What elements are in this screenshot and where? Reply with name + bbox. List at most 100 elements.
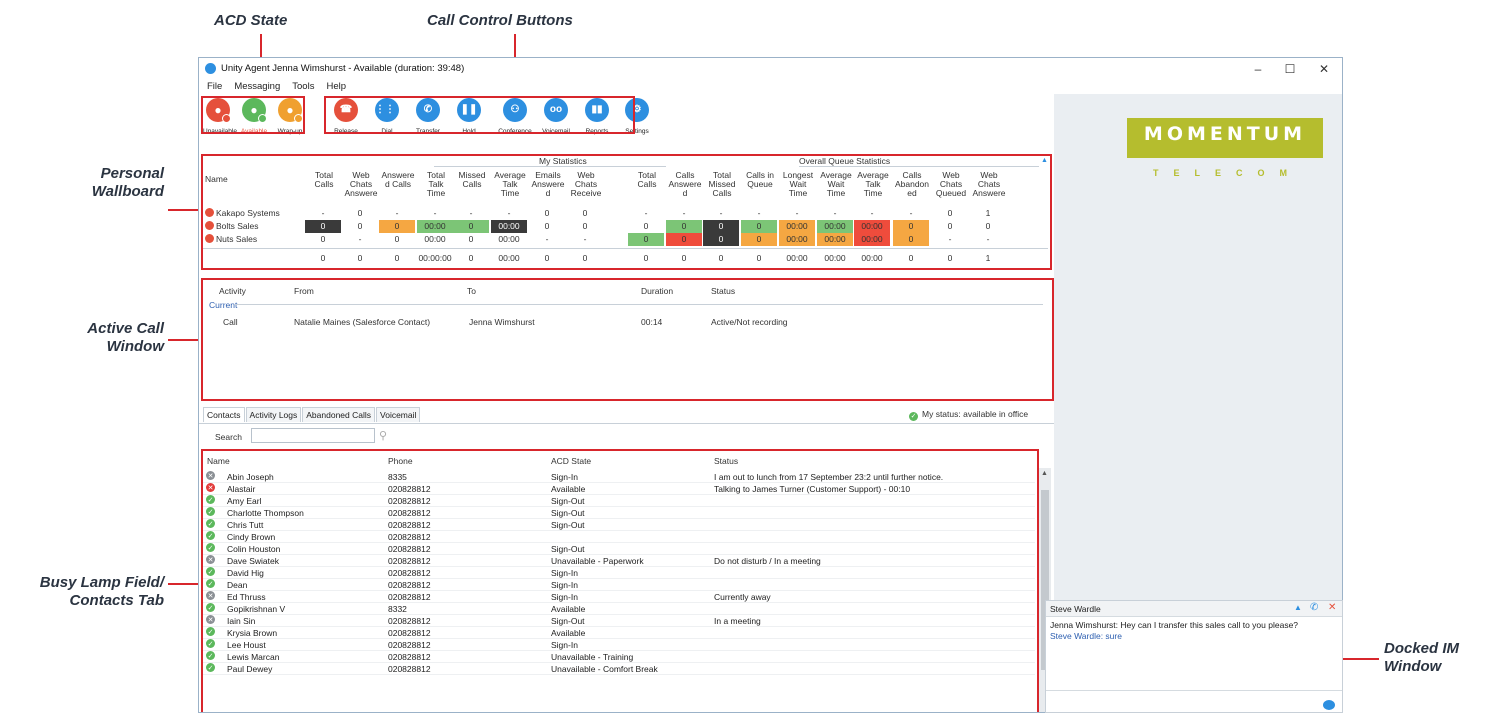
search-icon[interactable]: ⚲ bbox=[379, 429, 387, 442]
im-collapse-icon[interactable]: ▲ bbox=[1294, 603, 1302, 612]
contact-row[interactable]: ✓ Amy Earl 020828812 Sign-Out bbox=[203, 495, 1035, 507]
contact-row[interactable]: ✓ Gopikrishnan V 8332 Available bbox=[203, 603, 1035, 615]
contact-row[interactable]: ✓ Lee Houst 020828812 Sign-In bbox=[203, 639, 1035, 651]
contact-row[interactable]: ✓ Cindy Brown 020828812 bbox=[203, 531, 1035, 543]
contact-row[interactable]: ✕ Ed Thruss 020828812 Sign-In Currently away bbox=[203, 591, 1035, 603]
available-icon: ✓ bbox=[206, 663, 215, 672]
contact-row[interactable]: ✓ Lewis Marcan 020828812 Unavailable - Trai… bbox=[203, 651, 1035, 663]
contact-row[interactable]: ✓ Chris Tutt 020828812 Sign-Out bbox=[203, 519, 1035, 531]
wallboard-col-header: Calls in Queue bbox=[746, 170, 774, 189]
ac-activity[interactable]: Call bbox=[223, 317, 238, 327]
wallboard-cell: 0 bbox=[453, 220, 489, 233]
title-bar: Unity Agent Jenna Wimshurst - Available … bbox=[199, 58, 1342, 80]
wallboard-col-header: Total Calls bbox=[314, 170, 334, 189]
menu-messaging[interactable]: Messaging bbox=[232, 80, 282, 94]
wallboard-row-name: Bolts Sales bbox=[205, 220, 259, 233]
my-status[interactable]: ✓ My status: available in office bbox=[909, 409, 1028, 421]
wallboard-cell: - bbox=[433, 208, 437, 218]
contact-name: Abin Joseph bbox=[227, 472, 274, 482]
menu-help[interactable]: Help bbox=[324, 80, 348, 94]
wallboard-total-cell: 1 bbox=[985, 253, 991, 263]
contact-acd: Available bbox=[551, 628, 586, 638]
contact-name: David Hig bbox=[227, 568, 264, 578]
contact-row[interactable]: ✓ Dean 020828812 Sign-In bbox=[203, 579, 1035, 591]
contact-phone: 020828812 bbox=[388, 664, 431, 674]
wallboard-col-header: Emails Answere d bbox=[531, 170, 565, 198]
annotation-line1: Personal bbox=[100, 165, 164, 182]
contact-acd: Sign-In bbox=[551, 592, 578, 602]
contact-phone: 020828812 bbox=[388, 580, 431, 590]
wallboard-cell: - bbox=[545, 234, 549, 244]
contact-row[interactable]: ✕ Alastair 020828812 Available Talking to Ja… bbox=[203, 483, 1035, 495]
tab-abandoned-calls[interactable]: Abandoned Calls bbox=[302, 407, 376, 422]
im-input[interactable] bbox=[1046, 691, 1316, 713]
search-input[interactable] bbox=[251, 428, 375, 443]
wallboard-cell: 0 bbox=[741, 233, 777, 246]
im-send-icon[interactable] bbox=[1323, 700, 1335, 710]
wallboard-col-header: Answere d Calls bbox=[381, 170, 415, 189]
wallboard-col-header: Calls Abandon ed bbox=[894, 170, 930, 198]
wallboard-row-name: Kakapo Systems bbox=[205, 207, 280, 220]
status-check-icon: ✓ bbox=[909, 412, 918, 421]
wallboard-total-cell: 0 bbox=[756, 253, 762, 263]
contact-phone: 020828812 bbox=[388, 640, 431, 650]
contact-row[interactable]: ✓ Paul Dewey 020828812 Unavailable - Comfor… bbox=[203, 663, 1035, 675]
minimize-button[interactable]: – bbox=[1243, 60, 1273, 78]
ac-from[interactable]: Natalie Maines (Salesforce Contact) bbox=[294, 317, 430, 327]
menu-file[interactable]: File bbox=[205, 80, 224, 94]
wallboard-cell: 0 bbox=[468, 234, 474, 244]
contact-phone: 8332 bbox=[388, 604, 407, 614]
im-close-icon[interactable]: ✕ bbox=[1328, 602, 1336, 613]
wallboard-total-cell: 0 bbox=[718, 253, 724, 263]
divider bbox=[199, 423, 1054, 424]
contact-phone: 020828812 bbox=[388, 568, 431, 578]
contact-row[interactable]: ✓ David Hig 020828812 Sign-In bbox=[203, 567, 1035, 579]
contact-row[interactable]: ✓ Colin Houston 020828812 Sign-Out bbox=[203, 543, 1035, 555]
available-icon: ✓ bbox=[206, 639, 215, 648]
available-icon: ✓ bbox=[206, 567, 215, 576]
tab-contacts[interactable]: Contacts bbox=[203, 407, 245, 422]
contact-acd: Sign-In bbox=[551, 568, 578, 578]
wallboard-cell: 00:00 bbox=[779, 220, 815, 233]
maximize-button[interactable]: ☐ bbox=[1275, 60, 1305, 78]
scroll-up-icon[interactable]: ▲ bbox=[1041, 470, 1048, 477]
menu-tools[interactable]: Tools bbox=[290, 80, 316, 94]
annotation-line1: Docked IM bbox=[1384, 640, 1460, 657]
contact-name: Charlotte Thompson bbox=[227, 508, 304, 518]
wallboard-total-cell: 0 bbox=[468, 253, 474, 263]
tab-activity-logs[interactable]: Activity Logs bbox=[245, 407, 302, 422]
annotation-line bbox=[168, 339, 200, 341]
contact-row[interactable]: ✓ Krysia Brown 020828812 Available bbox=[203, 627, 1035, 639]
wallboard-row[interactable]: Bolts Sales 0 0 0 00:00 0 00:00 0 0 0 0 0 0 00:00 00:0… bbox=[203, 220, 1048, 233]
wallboard-cell: - bbox=[833, 208, 837, 218]
contact-row[interactable]: ✕ Abin Joseph 8335 Sign-In I am out to lunch… bbox=[203, 471, 1035, 483]
wallboard-col-header: Web Chats Answere bbox=[972, 170, 1006, 198]
contact-name: Lewis Marcan bbox=[227, 652, 280, 662]
annotation-call-control: Call Control Buttons bbox=[427, 12, 573, 29]
ac-to[interactable]: Jenna Wimshurst bbox=[469, 317, 535, 327]
contact-phone: 020828812 bbox=[388, 484, 431, 494]
contact-row[interactable]: ✕ Dave Swiatek 020828812 Unavailable - Pape… bbox=[203, 555, 1035, 567]
wallboard-cell: - bbox=[507, 208, 511, 218]
contact-row[interactable]: ✕ Iain Sin 020828812 Sign-Out In a meeting bbox=[203, 615, 1035, 627]
annotation-acd-state: ACD State bbox=[214, 12, 288, 29]
wallboard-row[interactable]: Nuts Sales 0-0 00:00 0 00:00- -0 0 0 0 00:00 00:00… bbox=[203, 233, 1048, 246]
im-call-icon[interactable]: ✆ bbox=[1310, 602, 1318, 613]
close-button[interactable]: ✕ bbox=[1309, 60, 1339, 78]
contact-phone: 020828812 bbox=[388, 628, 431, 638]
wallboard-col-header: Missed Calls bbox=[458, 170, 486, 189]
contact-row[interactable]: ✓ Charlotte Thompson 020828812 Sign-Out bbox=[203, 507, 1035, 519]
wallboard-cell: - bbox=[986, 234, 990, 244]
contact-acd: Sign-Out bbox=[551, 520, 585, 530]
wallboard-cell: 0 bbox=[357, 208, 363, 218]
wallboard-name-header: Name bbox=[205, 174, 228, 184]
im-line1: Jenna Wimshurst: Hey can I transfer this… bbox=[1050, 620, 1299, 630]
collapse-icon[interactable]: ▲ bbox=[1041, 157, 1048, 164]
wallboard-cell: - bbox=[469, 208, 473, 218]
wallboard-row[interactable]: Kakapo Systems - 0 - - - - 0 0 - - - - - - - - 0 1 bbox=[203, 207, 1048, 220]
queue-name: Kakapo Systems bbox=[216, 208, 280, 218]
menu-bar: File Messaging Tools Help bbox=[199, 80, 348, 94]
tab-voicemail[interactable]: Voicemail bbox=[376, 407, 421, 422]
available-icon: ✓ bbox=[206, 603, 215, 612]
queue-status-icon bbox=[205, 221, 214, 230]
